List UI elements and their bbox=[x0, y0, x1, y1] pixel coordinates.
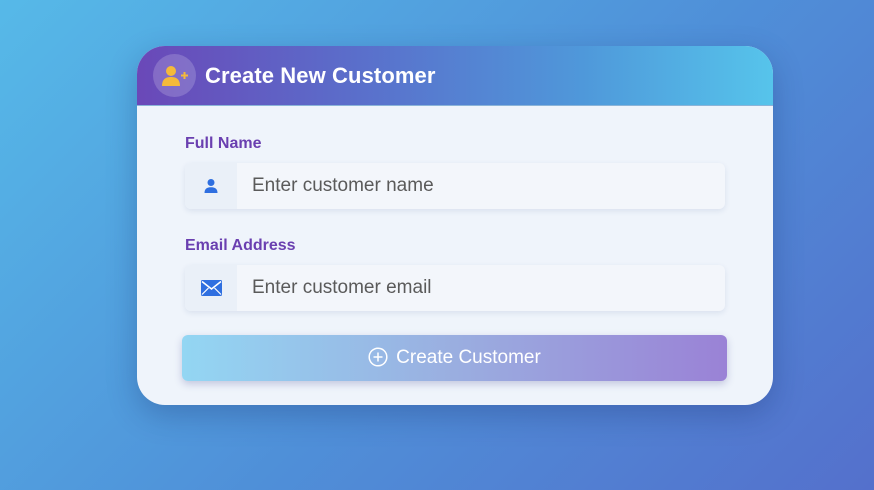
create-customer-button[interactable]: Create Customer bbox=[182, 335, 727, 381]
create-customer-card: Create New Customer Full Name Email Addr… bbox=[137, 46, 773, 405]
create-customer-button-label: Create Customer bbox=[396, 347, 541, 368]
user-plus-icon bbox=[153, 54, 196, 97]
card-header: Create New Customer bbox=[137, 46, 773, 106]
email-address-input[interactable] bbox=[237, 265, 724, 311]
full-name-field bbox=[185, 163, 725, 209]
user-icon bbox=[185, 163, 237, 209]
email-address-field bbox=[185, 265, 725, 311]
plus-circle-icon bbox=[368, 346, 388, 370]
card-title: Create New Customer bbox=[205, 62, 436, 88]
envelope-icon bbox=[185, 265, 237, 311]
full-name-label: Full Name bbox=[185, 135, 262, 152]
full-name-input[interactable] bbox=[237, 163, 724, 209]
email-address-label: Email Address bbox=[185, 237, 296, 254]
